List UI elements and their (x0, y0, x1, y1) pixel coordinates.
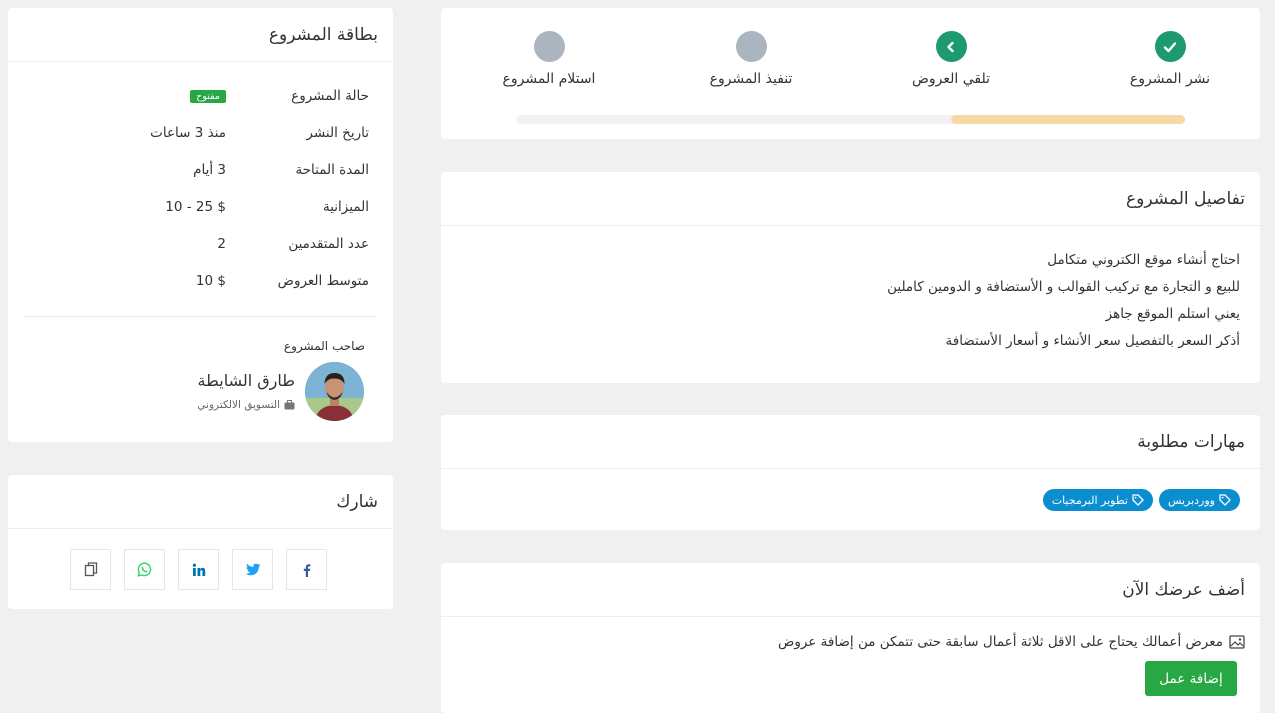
share-buttons (70, 549, 327, 590)
step-pending-circle (735, 31, 767, 62)
portfolio-notice-text: معرض أعمالك يحتاج على الاقل ثلاثة أعمال … (778, 634, 1223, 650)
step-label: تنفيذ المشروع (709, 71, 793, 87)
image-icon (1229, 635, 1245, 649)
avatar[interactable] (305, 362, 364, 421)
info-label: حالة المشروع (291, 88, 369, 104)
tag-icon (1219, 494, 1231, 506)
owner-name[interactable]: طارق الشايطة (198, 371, 295, 390)
skill-tag-label: تطوير البرمجيات (1051, 493, 1128, 507)
info-label: المدة المتاحة (295, 162, 369, 178)
step-current-circle (935, 31, 967, 62)
copy-link-button[interactable] (70, 549, 111, 590)
status-badge: مفتوح (190, 89, 226, 103)
divider (24, 316, 377, 317)
share-linkedin-button[interactable] (178, 549, 219, 590)
skill-tags: ووردبريس تطوير البرمجيات (441, 469, 1260, 531)
project-info-card: بطاقة المشروع حالة المشروع مفتوح تاريخ ا… (8, 8, 393, 442)
info-value: 3 أيام (193, 162, 226, 178)
step-label: تلقي العروض (911, 71, 991, 87)
info-value: $ 10 (195, 273, 226, 289)
chevron-left-icon (947, 41, 954, 52)
info-label: متوسط العروض (277, 273, 369, 289)
info-label: تاريخ النشر (306, 125, 369, 141)
progress-bar-fill (950, 115, 1185, 124)
project-details-card: تفاصيل المشروع احتاج أنشاء موقع الكتروني… (441, 172, 1260, 383)
description-line: أذكر السعر بالتفصيل سعر الأنشاء و أسعار … (945, 333, 1241, 349)
project-progress-card: نشر المشروع تلقي العروض تنفيذ المشروع اس… (441, 8, 1260, 139)
card-title: بطاقة المشروع (8, 8, 393, 62)
step-delivery: استلام المشروع (459, 31, 639, 87)
owner-role-text: التسويق الالكتروني (197, 399, 280, 411)
step-done-circle (1154, 31, 1186, 62)
info-label: عدد المتقدمين (288, 236, 369, 252)
owner-role: التسويق الالكتروني (197, 399, 295, 411)
check-icon (1163, 41, 1177, 52)
card-title: مهارات مطلوبة (441, 415, 1260, 469)
step-receive-offers: تلقي العروض (861, 31, 1041, 87)
progress-bar (516, 115, 1185, 124)
twitter-icon (245, 563, 260, 575)
portfolio-notice: معرض أعمالك يحتاج على الاقل ثلاثة أعمال … (441, 617, 1260, 650)
share-whatsapp-button[interactable] (124, 549, 165, 590)
step-label: استلام المشروع (502, 71, 596, 87)
info-row-budget: الميزانية $ 25 - 10 (32, 197, 369, 217)
description-line: يعني استلم الموقع جاهز (1105, 306, 1240, 322)
share-card: شارك (8, 475, 393, 609)
whatsapp-icon (137, 562, 152, 577)
card-title: شارك (8, 475, 393, 529)
info-row-applicants: عدد المتقدمين 2 (32, 234, 369, 254)
info-row-status: حالة المشروع مفتوح (32, 86, 369, 106)
info-value: منذ 3 ساعات (150, 125, 226, 141)
copy-icon (84, 562, 97, 577)
step-publish: نشر المشروع (1080, 31, 1260, 87)
briefcase-icon (284, 400, 295, 410)
description-line: احتاج أنشاء موقع الكتروني متكامل (1047, 252, 1240, 268)
info-value: $ 25 - 10 (165, 199, 226, 215)
linkedin-icon (192, 563, 205, 576)
skill-tag-software-dev[interactable]: تطوير البرمجيات (1042, 489, 1153, 511)
info-row-published: تاريخ النشر منذ 3 ساعات (32, 123, 369, 143)
step-execute: تنفيذ المشروع (661, 31, 841, 87)
tag-icon (1132, 494, 1144, 506)
required-skills-card: مهارات مطلوبة ووردبريس تطوير البرمجيات (441, 415, 1260, 530)
add-work-button[interactable]: إضافة عمل (1145, 661, 1237, 696)
skill-tag-wordpress[interactable]: ووردبريس (1158, 489, 1240, 511)
info-label: الميزانية (322, 199, 369, 215)
step-pending-circle (533, 31, 565, 62)
step-label: نشر المشروع (1129, 71, 1211, 87)
facebook-icon (303, 563, 310, 577)
card-title: تفاصيل المشروع (441, 172, 1260, 226)
skill-tag-label: ووردبريس (1167, 493, 1215, 507)
info-row-avg-offers: متوسط العروض $ 10 (32, 271, 369, 291)
card-title: أضف عرضك الآن (441, 563, 1260, 617)
owner-section-title: صاحب المشروع (283, 339, 365, 353)
share-facebook-button[interactable] (286, 549, 327, 590)
info-row-duration: المدة المتاحة 3 أيام (32, 160, 369, 180)
project-description: احتاج أنشاء موقع الكتروني متكامل للبيع و… (441, 226, 1260, 355)
description-line: للبيع و التجارة مع تركيب القوالب و الأست… (887, 279, 1240, 295)
info-value: 2 (217, 236, 226, 252)
add-offer-card: أضف عرضك الآن معرض أعمالك يحتاج على الاق… (441, 563, 1260, 713)
share-twitter-button[interactable] (232, 549, 273, 590)
